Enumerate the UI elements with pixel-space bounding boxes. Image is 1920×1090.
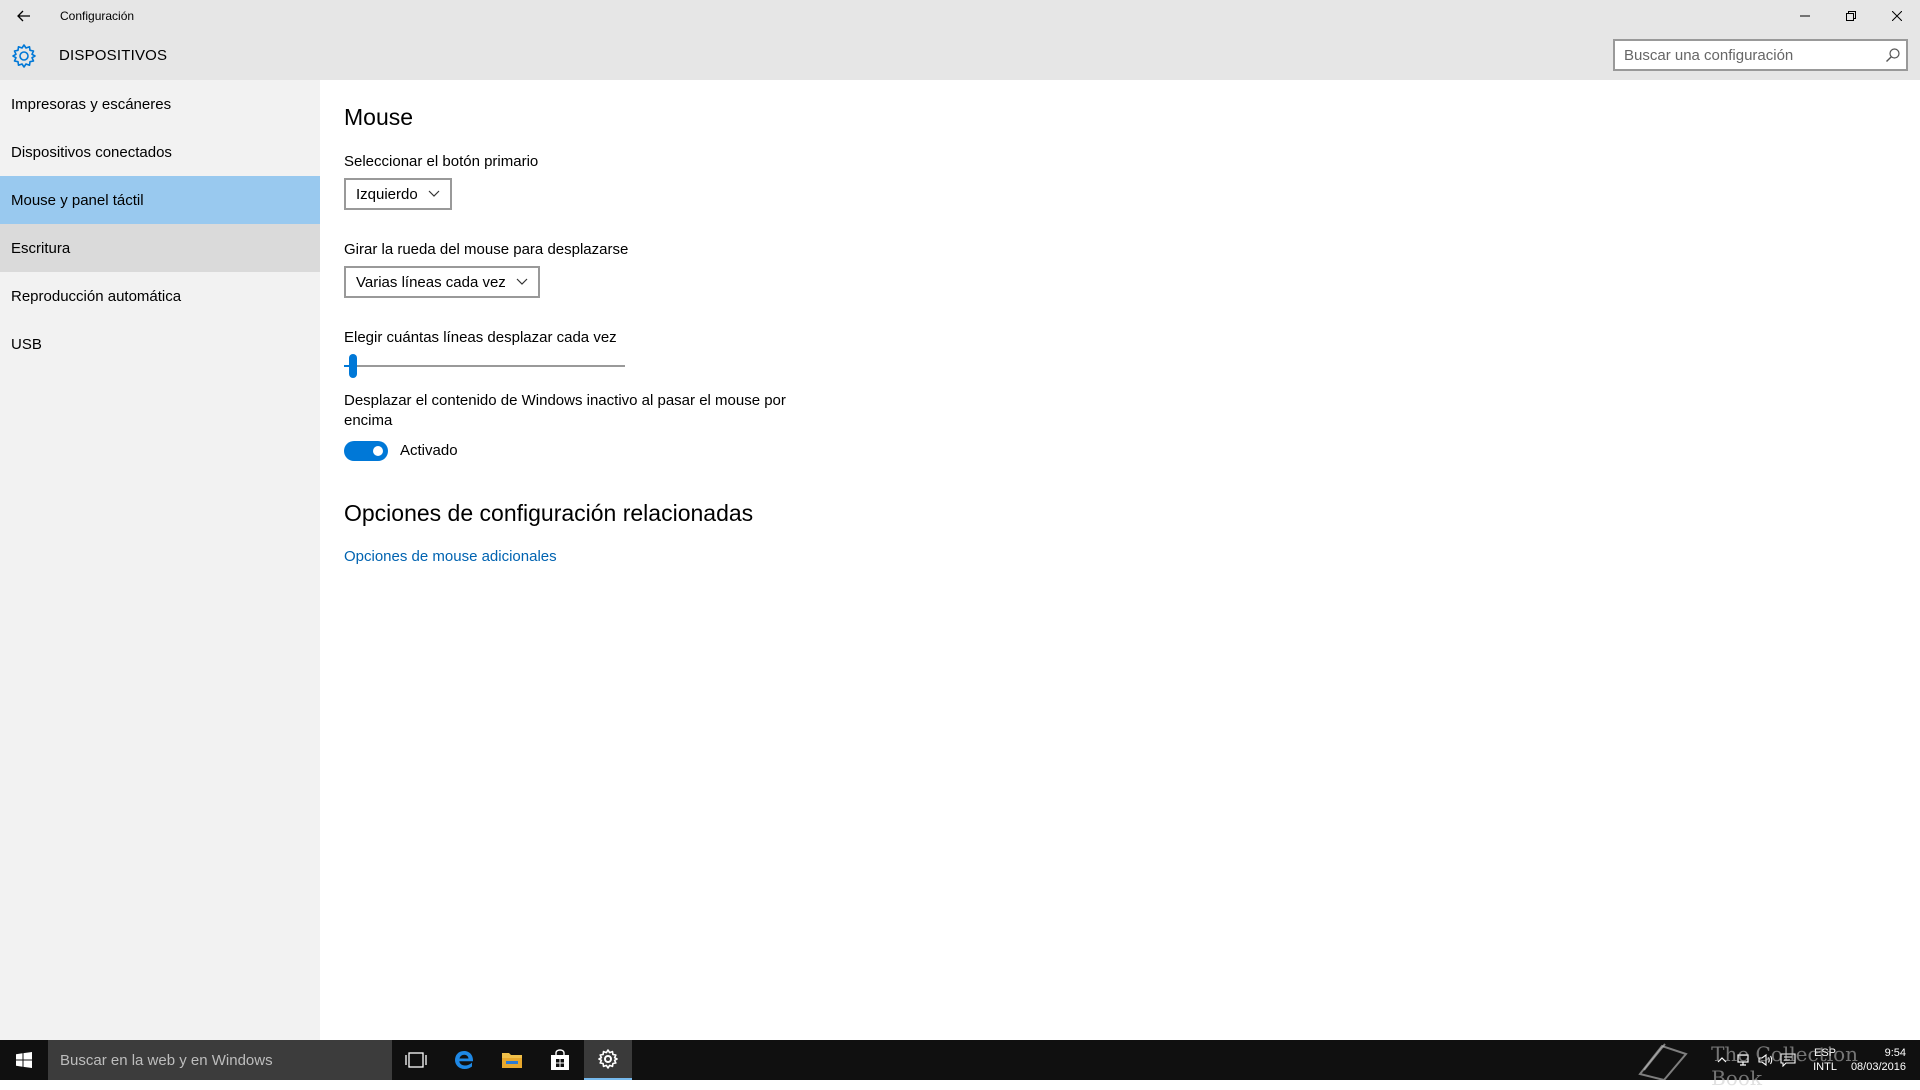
network-button[interactable] — [1733, 1040, 1755, 1080]
wheel-scroll-label: Girar la rueda del mouse para desplazars… — [344, 241, 629, 258]
sidebar-item-usb[interactable]: USB — [0, 320, 320, 368]
chevron-up-icon — [1717, 1057, 1727, 1063]
wheel-scroll-dropdown[interactable]: Varias líneas cada vez — [344, 266, 540, 298]
sidebar-item-label: Escritura — [11, 239, 71, 257]
settings-search-input[interactable] — [1615, 41, 1865, 69]
wheel-scroll-value: Varias líneas cada vez — [356, 273, 506, 291]
chevron-down-icon — [516, 278, 528, 285]
slider-thumb[interactable] — [349, 354, 357, 378]
scroll-lines-label: Elegir cuántas líneas desplazar cada vez — [344, 329, 617, 346]
sidebar-item-label: Reproducción automática — [11, 287, 182, 305]
sidebar-item-autoplay[interactable]: Reproducción automática — [0, 272, 320, 320]
sidebar-item-typing[interactable]: Escritura — [0, 224, 320, 272]
language-indicator[interactable]: ESP INTL — [1813, 1046, 1837, 1074]
file-explorer-icon — [502, 1053, 522, 1068]
inactive-scroll-label-line1: Desplazar el contenido de Windows inacti… — [344, 392, 786, 409]
scroll-lines-slider[interactable] — [344, 354, 625, 378]
action-center-button[interactable] — [1777, 1040, 1799, 1080]
settings-taskbar-button[interactable] — [584, 1040, 632, 1080]
store-button[interactable] — [536, 1040, 584, 1080]
chevron-down-icon — [428, 190, 440, 197]
search-icon[interactable] — [1884, 46, 1902, 64]
title-bar: Configuración — [0, 0, 1920, 32]
restore-button[interactable] — [1828, 0, 1874, 32]
sidebar-item-label: Mouse y panel táctil — [11, 191, 144, 209]
minimize-icon — [1800, 15, 1810, 17]
toggle-knob — [373, 446, 383, 456]
settings-header: DISPOSITIVOS — [0, 32, 1920, 80]
inactive-scroll-toggle[interactable] — [344, 441, 388, 461]
task-view-icon — [405, 1052, 427, 1068]
taskbar-search-box[interactable]: Buscar en la web y en Windows — [48, 1040, 392, 1080]
toggle-state-label: Activado — [400, 442, 458, 459]
back-arrow-icon — [17, 10, 30, 22]
file-explorer-button[interactable] — [488, 1040, 536, 1080]
main-content: Mouse Seleccionar el botón primario Izqu… — [344, 80, 1904, 1040]
clock-date: 08/03/2016 — [1850, 1061, 1906, 1073]
primary-button-label: Seleccionar el botón primario — [344, 153, 539, 170]
additional-mouse-options-link[interactable]: Opciones de mouse adicionales — [344, 548, 557, 565]
sidebar-item-connected-devices[interactable]: Dispositivos conectados — [0, 128, 320, 176]
settings-icon — [598, 1049, 618, 1069]
windows-logo-icon — [16, 1052, 32, 1068]
language-code: ESP — [1814, 1047, 1837, 1059]
edge-button[interactable] — [440, 1040, 488, 1080]
section-title: Mouse — [344, 104, 414, 130]
slider-track — [344, 365, 625, 367]
page-title: DISPOSITIVOS — [59, 47, 168, 64]
volume-button[interactable] — [1755, 1040, 1777, 1080]
sidebar-item-label: USB — [11, 335, 42, 353]
show-hidden-icons-button[interactable] — [1711, 1040, 1733, 1080]
primary-button-dropdown[interactable]: Izquierdo — [344, 178, 452, 210]
keyboard-layout: INTL — [1813, 1061, 1837, 1073]
close-icon — [1892, 11, 1902, 21]
sidebar-item-label: Impresoras y escáneres — [11, 95, 172, 113]
inactive-scroll-label-line2: encima — [344, 412, 393, 429]
clock[interactable]: 9:54 08/03/2016 — [1851, 1046, 1906, 1074]
start-button[interactable] — [0, 1040, 48, 1080]
minimize-button[interactable] — [1782, 0, 1828, 32]
gear-icon — [12, 44, 36, 68]
sidebar-item-label: Dispositivos conectados — [11, 143, 172, 161]
sidebar-nav: Impresoras y escáneres Dispositivos cone… — [0, 80, 320, 1040]
clock-time: 9:54 — [1884, 1047, 1906, 1059]
notification-icon — [1780, 1053, 1796, 1067]
back-button[interactable] — [0, 0, 48, 32]
restore-icon — [1846, 11, 1856, 21]
primary-button-value: Izquierdo — [356, 185, 418, 203]
store-icon — [551, 1049, 569, 1070]
taskbar: Buscar en la web y en Windows The Collec… — [0, 1040, 1920, 1090]
taskbar-search-placeholder: Buscar en la web y en Windows — [60, 1051, 273, 1069]
sidebar-item-printers[interactable]: Impresoras y escáneres — [0, 80, 320, 128]
watermark-book-icon — [1638, 1043, 1688, 1080]
volume-icon — [1758, 1053, 1773, 1067]
sidebar-item-mouse-touchpad[interactable]: Mouse y panel táctil — [0, 176, 320, 224]
system-tray: The Collection Book ESP INTL 9:54 08/03/… — [1638, 1040, 1920, 1090]
window-title: Configuración — [60, 9, 135, 23]
close-button[interactable] — [1874, 0, 1920, 32]
task-view-button[interactable] — [392, 1040, 440, 1080]
settings-search-box[interactable] — [1613, 39, 1908, 71]
network-icon — [1737, 1054, 1749, 1066]
related-settings-title: Opciones de configuración relacionadas — [344, 500, 754, 526]
edge-icon — [455, 1051, 474, 1069]
